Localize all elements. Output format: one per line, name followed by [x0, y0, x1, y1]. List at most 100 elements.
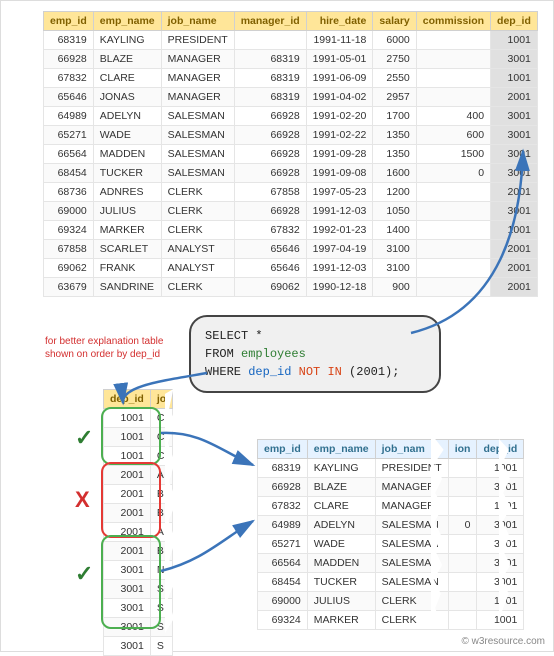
table-cell	[416, 183, 490, 202]
table-row: 1001C	[104, 428, 173, 447]
column-header: job_name	[161, 12, 234, 31]
table-cell: CLERK	[161, 278, 234, 297]
table-cell: 67858	[234, 183, 306, 202]
table-cell: JULIUS	[93, 202, 161, 221]
column-header: salary	[373, 12, 416, 31]
table-row: 65271WADESALESMAN669281991-02-2213506003…	[44, 126, 538, 145]
dep-id-fragment-table: dep_idjo 1001C1001C1001C2001A2001B2001B2…	[103, 389, 173, 656]
table-cell: 3001	[104, 637, 151, 656]
table-row: 68454TUCKERSALESMAN669281991-09-08160003…	[44, 164, 538, 183]
table-cell	[448, 459, 477, 478]
table-cell: 3001	[491, 164, 538, 183]
table-row: 68454TUCKERSALESMAN3001	[258, 573, 524, 592]
table-cell: 66928	[258, 478, 308, 497]
table-cell: 67832	[258, 497, 308, 516]
table-cell: 65646	[234, 240, 306, 259]
table-cell: 2001	[104, 466, 151, 485]
table-cell: 67832	[44, 69, 94, 88]
explanation-note: for better explanation table shown on or…	[45, 335, 173, 361]
table-cell: 2001	[491, 88, 538, 107]
table-cell	[448, 592, 477, 611]
table-cell: SANDRINE	[93, 278, 161, 297]
table-cell	[416, 278, 490, 297]
table-row: 65271WADESALESMAN3001	[258, 535, 524, 554]
column-header: ion	[448, 440, 477, 459]
table-cell: 1997-05-23	[306, 183, 373, 202]
table-cell: 0	[416, 164, 490, 183]
column-header: dep_id	[104, 390, 151, 409]
table-cell: 64989	[258, 516, 308, 535]
table-cell	[448, 611, 477, 630]
result-table: emp_idemp_namejob_namiondep_id 68319KAYL…	[257, 439, 524, 630]
table-cell: 400	[416, 107, 490, 126]
table-cell	[416, 31, 490, 50]
table-cell: JULIUS	[307, 592, 375, 611]
table-cell: 1991-05-01	[306, 50, 373, 69]
table-cell: 65646	[44, 88, 94, 107]
table-cell: 66928	[234, 145, 306, 164]
table-cell: 65646	[234, 259, 306, 278]
table-cell: 67858	[44, 240, 94, 259]
table-row: 1001C	[104, 409, 173, 428]
table-cell: 69324	[44, 221, 94, 240]
table-cell: 69062	[44, 259, 94, 278]
table-cell: 1997-04-19	[306, 240, 373, 259]
table-cell: MANAGER	[161, 50, 234, 69]
table-cell: WADE	[93, 126, 161, 145]
table-row: 69000JULIUSCLERK1001	[258, 592, 524, 611]
table-row: 3001N	[104, 561, 173, 580]
table-cell	[234, 31, 306, 50]
table-cell: 1600	[373, 164, 416, 183]
table-row: 68319KAYLINGPRESIDENT1991-11-1860001001	[44, 31, 538, 50]
table-row: 64989ADELYNSALESMAN03001	[258, 516, 524, 535]
table-cell: 0	[448, 516, 477, 535]
column-header: hire_date	[306, 12, 373, 31]
sql-line: WHERE dep_id NOT IN (2001);	[205, 363, 425, 381]
table-cell: 3001	[491, 202, 538, 221]
sql-line: SELECT *	[205, 327, 425, 345]
table-cell: MADDEN	[307, 554, 375, 573]
table-cell: KAYLING	[93, 31, 161, 50]
table-row: 69324MARKERCLERK678321992-01-2314001001	[44, 221, 538, 240]
table-cell: 600	[416, 126, 490, 145]
table-cell: 1992-01-23	[306, 221, 373, 240]
table-cell: SALESMAN	[161, 164, 234, 183]
table-cell: 1001	[104, 428, 151, 447]
table-row: 68736ADNRESCLERK678581997-05-2312002001	[44, 183, 538, 202]
table-cell: TUCKER	[93, 164, 161, 183]
table-cell: 1001	[491, 221, 538, 240]
table-cell: 1991-12-03	[306, 202, 373, 221]
sql-query-box: SELECT * FROM employees WHERE dep_id NOT…	[189, 315, 441, 393]
table-cell: 66928	[234, 202, 306, 221]
employees-table: emp_idemp_namejob_namemanager_idhire_dat…	[43, 11, 538, 297]
table-cell: 1991-12-03	[306, 259, 373, 278]
table-cell: 3001	[104, 561, 151, 580]
table-cell: ANALYST	[161, 240, 234, 259]
table-row: 3001S	[104, 599, 173, 618]
table-cell	[448, 554, 477, 573]
table-cell: BLAZE	[307, 478, 375, 497]
table-cell: ADELYN	[93, 107, 161, 126]
table-cell: 66564	[44, 145, 94, 164]
table-row: 1001C	[104, 447, 173, 466]
table-cell	[448, 535, 477, 554]
table-cell: 3001	[104, 618, 151, 637]
table-cell: CLERK	[375, 611, 448, 630]
table-cell: WADE	[307, 535, 375, 554]
table-cell: 3100	[373, 259, 416, 278]
table-row: 2001A	[104, 523, 173, 542]
table-cell: 2001	[491, 278, 538, 297]
table-cell	[416, 50, 490, 69]
table-cell: 1050	[373, 202, 416, 221]
table-cell: 68454	[258, 573, 308, 592]
cross-icon: X	[75, 487, 90, 513]
table-cell: 3001	[104, 580, 151, 599]
column-header: manager_id	[234, 12, 306, 31]
table-cell: 68736	[44, 183, 94, 202]
table-cell: FRANK	[93, 259, 161, 278]
table-cell: 2001	[104, 542, 151, 561]
table-cell: 2550	[373, 69, 416, 88]
table-cell	[416, 240, 490, 259]
table-row: 66928BLAZEMANAGER683191991-05-0127503001	[44, 50, 538, 69]
table-cell: 1200	[373, 183, 416, 202]
